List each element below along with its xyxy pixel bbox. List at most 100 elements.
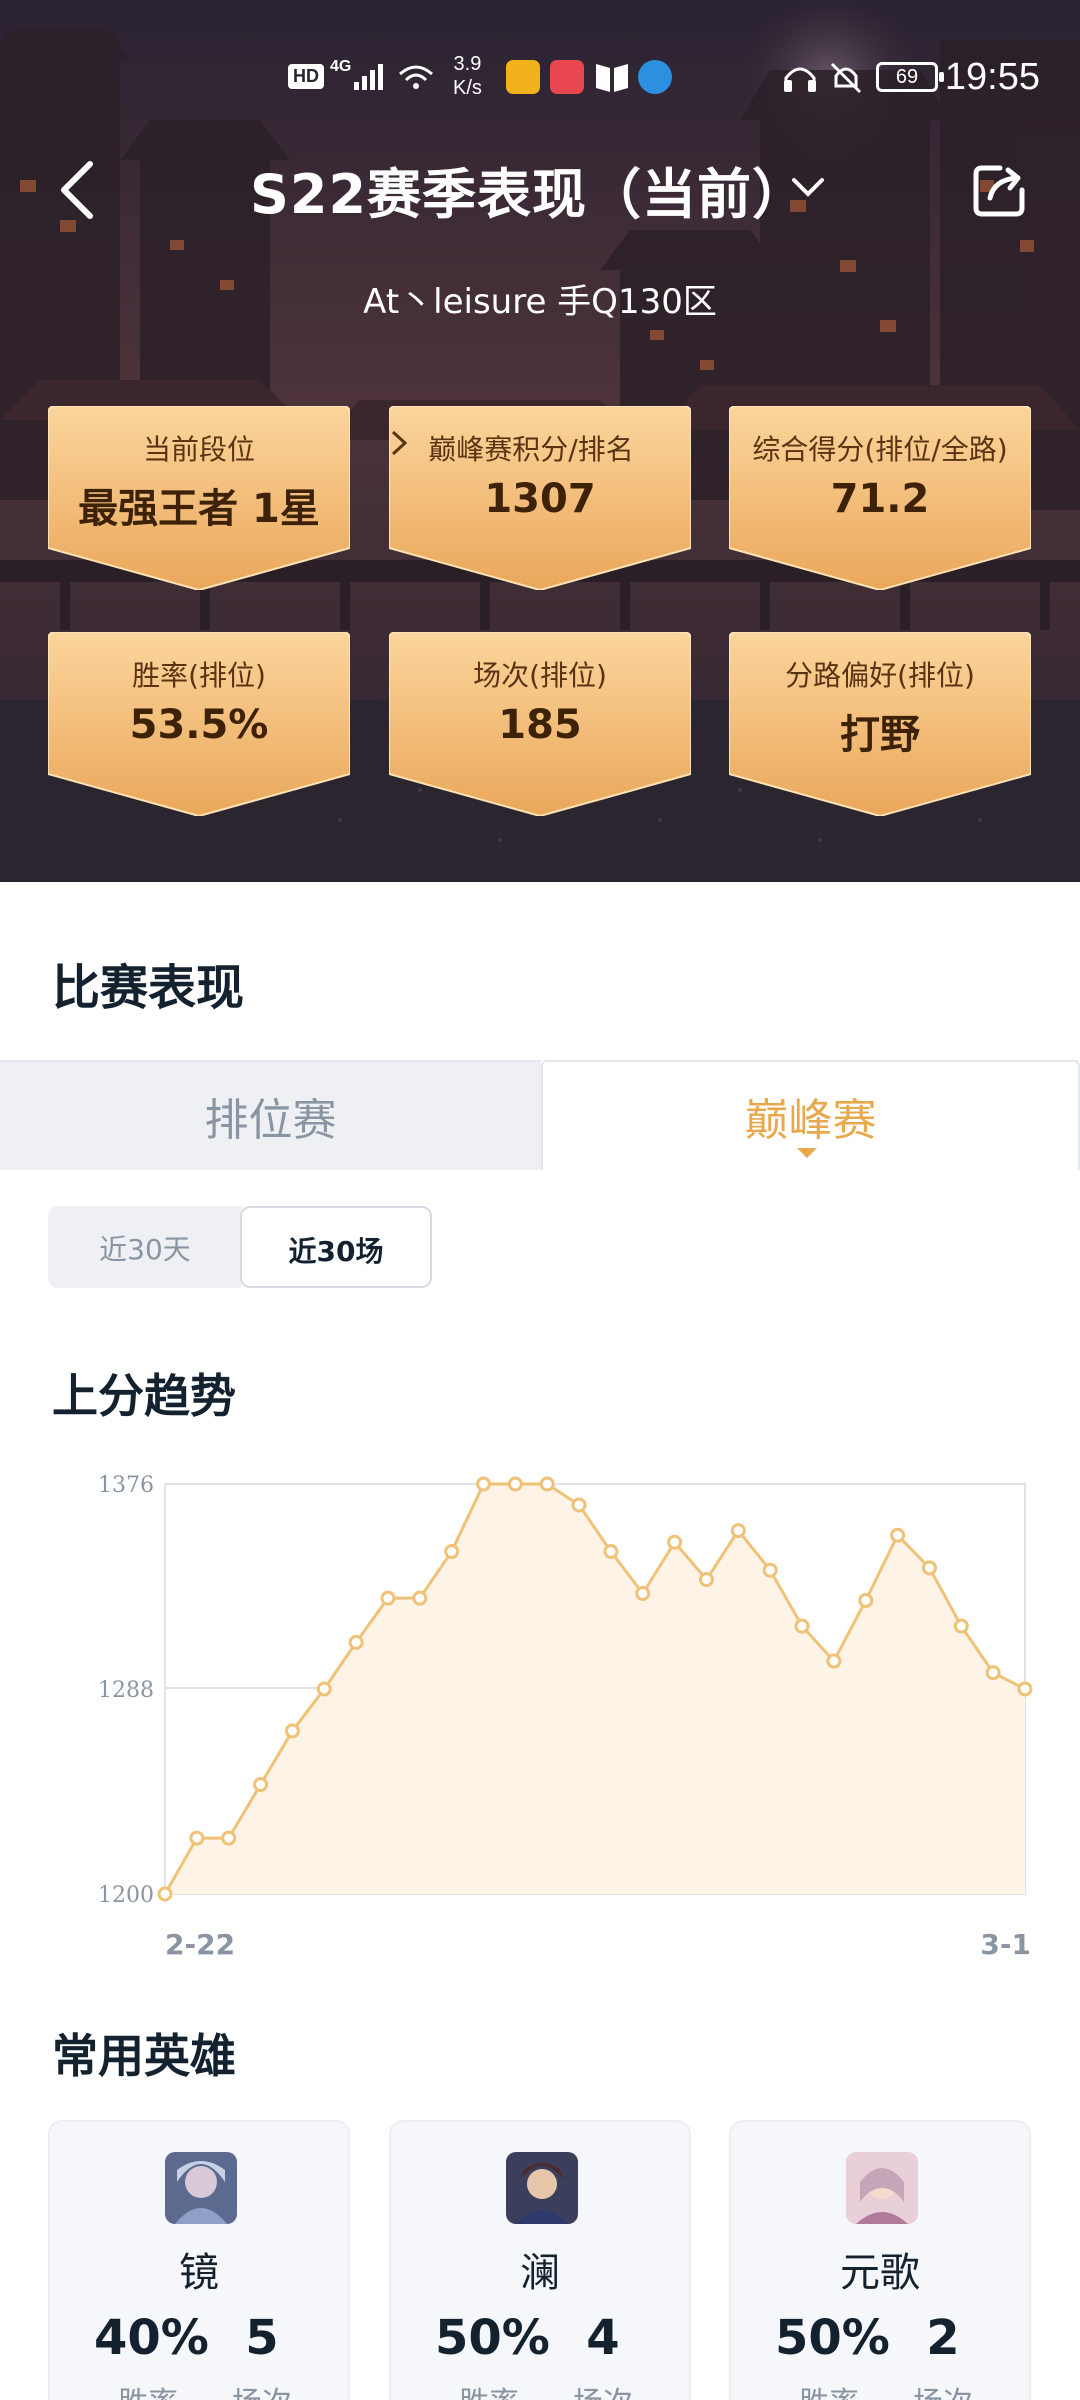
signal-bars-icon (354, 64, 383, 90)
hero-card-yuange[interactable]: 元歌 50% 2 胜率 场次 (729, 2120, 1031, 2400)
trend-chart-svg: 1376 1288 1200 2-22 3-1 (98, 1473, 1033, 1961)
x-tick-label: 3-1 (980, 1928, 1031, 1961)
range-label: 近30场 (288, 1235, 384, 1268)
stat-tile-current-rank: 当前段位 最强王者 1星 (48, 406, 350, 590)
chevron-right-icon[interactable] (389, 428, 409, 458)
range-last-30-days[interactable]: 近30天 (48, 1206, 242, 1288)
stat-label: 场次(排位) (473, 659, 607, 692)
hero-games: 2 (926, 2310, 960, 2366)
network-speed: 3.9 K/s (453, 53, 482, 99)
tab-label: 巅峰赛 (744, 1095, 877, 1146)
chart-point (571, 1497, 587, 1513)
hero-name: 元歌 (840, 2250, 920, 2296)
x-tick-label: 2-22 (165, 1928, 235, 1961)
hero-card-lan[interactable]: 澜 50% 4 胜率 场次 (389, 2120, 691, 2400)
season-hero-banner: HD 4G 3.9 K/s 69 19:55 S22赛季表现（当前） At丶le… (0, 0, 1080, 882)
stat-label: 当前段位 (142, 433, 255, 466)
stat-value: 最强王者 1星 (78, 486, 320, 532)
section-title-common-heroes: 常用英雄 (52, 2029, 236, 2083)
chart-point (890, 1527, 906, 1543)
chart-point (667, 1534, 683, 1550)
status-bar: HD 4G 3.9 K/s 69 19:55 (0, 0, 1080, 160)
range-last-30-games[interactable]: 近30场 (240, 1206, 432, 1288)
chart-point (380, 1590, 396, 1606)
mute-bell-icon (830, 62, 862, 94)
chart-point (858, 1592, 874, 1608)
stat-tile-lane-preference: 分路偏好(排位) 打野 (729, 632, 1031, 816)
winrate-label: 胜率 (94, 2378, 202, 2400)
games-label: 场次 (557, 2378, 649, 2400)
page-title[interactable]: S22赛季表现（当前） (250, 150, 807, 229)
share-icon[interactable] (970, 160, 1030, 220)
tab-label: 排位赛 (204, 1095, 337, 1146)
hero-winrate: 50% (775, 2310, 890, 2366)
hero-card-jing[interactable]: 镜 40% 5 胜率 场次 (48, 2120, 350, 2400)
chart-point (762, 1562, 778, 1578)
browser-app-icon (638, 60, 672, 94)
hero-name: 镜 (179, 2250, 219, 2296)
section-title-match-performance: 比赛表现 (52, 960, 245, 1016)
y-tick-label: 1288 (98, 1678, 154, 1703)
stat-tile-peak-score[interactable]: 巅峰赛积分/排名 1307 (389, 406, 691, 590)
hero-avatar (846, 2152, 918, 2224)
chart-point (603, 1544, 619, 1560)
hero-games: 5 (245, 2310, 279, 2366)
hero-games: 4 (586, 2310, 620, 2366)
chart-point (476, 1476, 492, 1492)
y-tick-label: 1200 (98, 1883, 154, 1908)
score-trend-chart: 1376 1288 1200 2-22 3-1 (0, 1440, 1080, 1980)
stat-tile-winrate: 胜率(排位) 53.5% (48, 632, 350, 816)
chart-point (157, 1886, 173, 1902)
network-type: 4G (330, 58, 352, 75)
chart-point (189, 1830, 205, 1846)
headphones-icon (784, 67, 816, 92)
range-label: 近30天 (99, 1233, 191, 1266)
back-arrow-icon[interactable] (56, 158, 100, 222)
chevron-down-icon[interactable] (788, 172, 828, 202)
games-label: 场次 (897, 2378, 989, 2400)
winrate-label: 胜率 (775, 2378, 883, 2400)
chart-point (985, 1665, 1001, 1681)
chart-point (794, 1618, 810, 1634)
tab-ranked[interactable]: 排位赛 (0, 1060, 541, 1170)
chart-point (539, 1476, 555, 1492)
battery-indicator: 69 (876, 62, 944, 92)
chart-point (348, 1634, 364, 1650)
active-tab-caret-icon (797, 1148, 817, 1158)
chart-point (698, 1572, 714, 1588)
stat-label: 巅峰赛积分/排名 (428, 433, 634, 466)
player-server-info: At丶leisure 手Q130区 (363, 282, 717, 322)
chart-point (284, 1723, 300, 1739)
games-label: 场次 (216, 2378, 308, 2400)
stat-label: 综合得分(排位/全路) (752, 433, 1008, 466)
hd-badge: HD (288, 64, 324, 89)
stat-value: 53.5% (129, 702, 269, 748)
chart-point (444, 1544, 460, 1560)
chart-point (221, 1830, 237, 1846)
stat-value: 1307 (484, 476, 596, 522)
match-type-tabs: 排位赛 巅峰赛 (0, 1060, 1080, 1170)
stat-value: 71.2 (830, 476, 930, 522)
stat-value: 打野 (840, 712, 920, 758)
clock: 19:55 (944, 56, 1040, 98)
hero-winrate: 40% (94, 2310, 209, 2366)
chart-point (316, 1681, 332, 1697)
book-icon (596, 64, 628, 92)
hero-avatar (165, 2152, 237, 2224)
stat-label: 胜率(排位) (132, 659, 266, 692)
section-title-score-trend: 上分趋势 (52, 1369, 236, 1423)
stat-label: 分路偏好(排位) (785, 659, 975, 692)
chart-point (953, 1618, 969, 1634)
chart-point (507, 1476, 523, 1492)
winrate-label: 胜率 (435, 2378, 543, 2400)
stat-value: 185 (498, 702, 582, 748)
hero-name: 澜 (520, 2250, 560, 2296)
chart-point (412, 1590, 428, 1606)
wifi-icon (399, 65, 433, 89)
y-tick-label: 1376 (98, 1473, 154, 1498)
tab-peak[interactable]: 巅峰赛 (541, 1060, 1080, 1170)
app-notification-icon (506, 60, 540, 94)
chart-point (253, 1777, 269, 1793)
stat-tile-overall-score: 综合得分(排位/全路) 71.2 (729, 406, 1031, 590)
chart-point (635, 1585, 651, 1601)
